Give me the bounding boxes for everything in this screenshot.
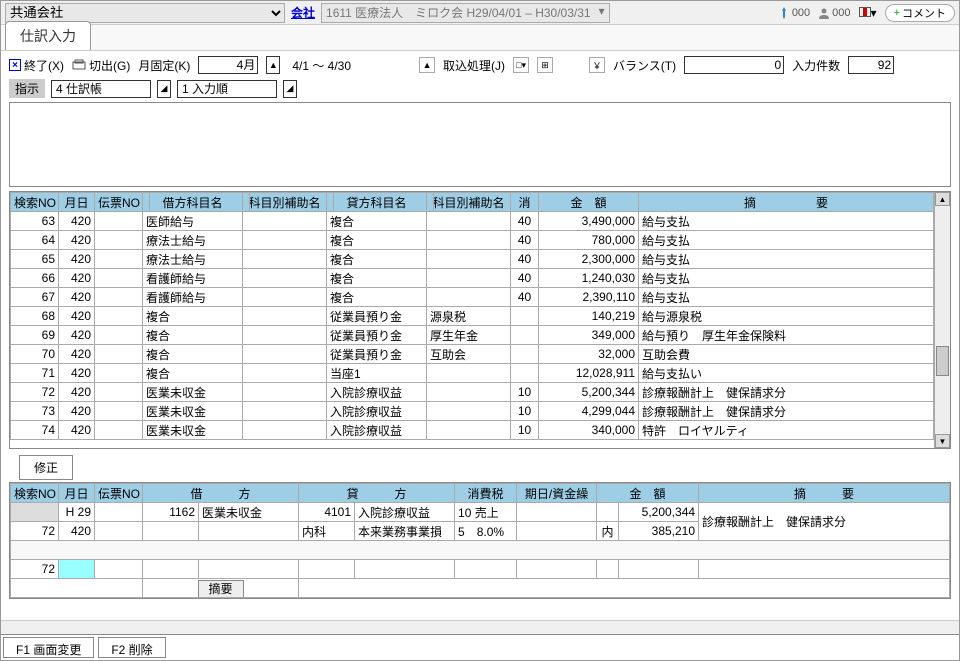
- topbar-right: 000 000 ▾ コメント: [778, 4, 955, 22]
- dh-no: 検索NO: [11, 484, 59, 503]
- date-range: 4/1 ～ 4/30: [292, 57, 351, 74]
- d-amt: 5,200,344: [619, 503, 699, 522]
- detail-grid: 検索NO 月日 伝票NO 借 方 貸 方 消費税 期日/資金繰 金 額 摘 要 …: [9, 482, 951, 599]
- flag-icon[interactable]: ▾: [859, 6, 877, 20]
- f1-button[interactable]: F1 画面変更: [3, 637, 94, 658]
- d-active-cell[interactable]: [59, 560, 95, 579]
- col-4[interactable]: 科目別補助名: [243, 193, 327, 212]
- table-row[interactable]: 63420医師給与複合403,490,000給与支払: [11, 212, 934, 231]
- table-row[interactable]: 70420複合従業員預り金互助会32,000互助会費: [11, 345, 934, 364]
- tab-row: 仕訳入力: [1, 25, 959, 51]
- instruct-row: 指示 4 仕訳帳 ◢ 1 入力順 ◢: [1, 79, 959, 102]
- dh-slip: 伝票NO: [95, 484, 143, 503]
- cut-button[interactable]: 切出(G): [72, 55, 130, 75]
- table-row[interactable]: 65420療法士給与複合402,300,000給与支払: [11, 250, 934, 269]
- col-5[interactable]: 貸方科目名: [327, 193, 427, 212]
- col-0[interactable]: 検索NO: [11, 193, 59, 212]
- d-crdept[interactable]: 内科: [299, 522, 355, 541]
- scroll-thumb[interactable]: [936, 346, 949, 376]
- table-row[interactable]: 73420医業未収金入院診療収益104,299,044診療報酬計上 健保請求分: [11, 402, 934, 421]
- d-inner: 内: [597, 522, 619, 541]
- d-crsub: 本来業務事業損: [355, 522, 455, 541]
- user-stat: 000: [818, 7, 850, 19]
- dh-memo: 摘 要: [699, 484, 950, 503]
- import-button[interactable]: 取込処理(J): [443, 57, 505, 74]
- order-dropdown[interactable]: ◢: [283, 80, 297, 98]
- col-7[interactable]: 消: [511, 193, 539, 212]
- tool-icon-2[interactable]: ⊞: [537, 57, 553, 73]
- table-row[interactable]: 68420複合従業員預り金源泉税140,219給与源泉税: [11, 307, 934, 326]
- book-dropdown[interactable]: ◢: [157, 80, 171, 98]
- company-link[interactable]: 会社: [291, 4, 315, 21]
- table-row[interactable]: 74420医業未収金入院診療収益10340,000特許 ロイヤルティ: [11, 421, 934, 440]
- correct-button[interactable]: 修正: [19, 455, 73, 480]
- period-select[interactable]: 1611 医療法人 ミロク会 H29/04/01 – H30/03/31: [321, 3, 610, 23]
- d-no3: 72: [11, 560, 59, 579]
- col-1[interactable]: 月日: [59, 193, 95, 212]
- topbar: 共通会社 会社 1611 医療法人 ミロク会 H29/04/01 – H30/0…: [1, 1, 959, 25]
- pin-stat: 000: [778, 7, 810, 19]
- d-era: H 29: [59, 503, 95, 522]
- scrollbar[interactable]: ▲ ▼: [934, 192, 950, 448]
- dh-amt: 金 額: [597, 484, 699, 503]
- d-tax[interactable]: 10 売上: [455, 503, 517, 522]
- detail-table[interactable]: 検索NO 月日 伝票NO 借 方 貸 方 消費税 期日/資金繰 金 額 摘 要 …: [10, 483, 950, 598]
- scroll-down-icon[interactable]: ▼: [935, 434, 950, 448]
- dh-tax: 消費税: [455, 484, 517, 503]
- memo-area: [9, 102, 951, 187]
- table-row[interactable]: 69420複合従業員預り金厚生年金349,000給与預り 厚生年金保険料: [11, 326, 934, 345]
- close-button[interactable]: ×終了(X): [9, 55, 64, 75]
- journal-grid: 検索NO月日伝票NO借方科目名科目別補助名貸方科目名科目別補助名消金 額摘 要 …: [9, 191, 951, 449]
- balance-icon[interactable]: ￥: [589, 57, 605, 73]
- count-value: 92: [848, 56, 894, 74]
- d-md[interactable]: 420: [59, 522, 95, 541]
- month-fix-button[interactable]: 月固定(K): [138, 55, 190, 75]
- footer: F1 画面変更 F2 削除: [1, 634, 959, 660]
- dh-due: 期日/資金繰: [517, 484, 597, 503]
- company-select[interactable]: 共通会社: [5, 3, 285, 23]
- table-row[interactable]: 72420医業未収金入院診療収益105,200,344診療報酬計上 健保請求分: [11, 383, 934, 402]
- col-2[interactable]: 伝票NO: [95, 193, 143, 212]
- import-icon[interactable]: ▲: [419, 57, 435, 73]
- instruct-label: 指示: [9, 79, 45, 98]
- journal-table[interactable]: 検索NO月日伝票NO借方科目名科目別補助名貸方科目名科目別補助名消金 額摘 要 …: [10, 192, 934, 440]
- status-bar: [1, 620, 959, 634]
- d-drname: 医業未収金: [199, 503, 299, 522]
- d-drcode[interactable]: 1162: [143, 503, 199, 522]
- d-crname: 入院診療収益: [355, 503, 455, 522]
- table-row[interactable]: 66420看護師給与複合401,240,030給与支払: [11, 269, 934, 288]
- table-row[interactable]: 71420複合当座112,028,911給与支払い: [11, 364, 934, 383]
- d-taxrate[interactable]: 5 8.0%: [455, 522, 517, 541]
- month-dropdown[interactable]: ▲: [266, 56, 280, 74]
- dh-md: 月日: [59, 484, 95, 503]
- order-select[interactable]: 1 入力順: [177, 80, 277, 98]
- balance-value: 0: [684, 56, 784, 74]
- book-select[interactable]: 4 仕訳帳: [51, 80, 151, 98]
- d-crcode[interactable]: 4101: [299, 503, 355, 522]
- tab-journal-entry[interactable]: 仕訳入力: [5, 21, 91, 50]
- d-memo[interactable]: 診療報酬計上 健保請求分: [699, 503, 950, 541]
- dh-dr: 借 方: [143, 484, 299, 503]
- toolbar: ×終了(X) 切出(G) 月固定(K) 4月 ▲ 4/1 ～ 4/30 ▲ 取込…: [1, 51, 959, 79]
- dh-cr: 貸 方: [299, 484, 455, 503]
- tool-icon-1[interactable]: □▾: [513, 57, 529, 73]
- table-row[interactable]: 64420療法士給与複合40780,000給与支払: [11, 231, 934, 250]
- f2-button[interactable]: F2 削除: [98, 637, 165, 658]
- table-row[interactable]: 67420看護師給与複合402,390,110給与支払: [11, 288, 934, 307]
- memo-button[interactable]: 摘要: [198, 580, 244, 598]
- d-no: 72: [11, 522, 59, 541]
- count-label: 入力件数: [792, 57, 840, 74]
- balance-label: バランス(T): [613, 57, 676, 74]
- col-8[interactable]: 金 額: [539, 193, 639, 212]
- col-6[interactable]: 科目別補助名: [427, 193, 511, 212]
- col-9[interactable]: 摘 要: [639, 193, 934, 212]
- comment-button[interactable]: コメント: [885, 4, 955, 22]
- col-3[interactable]: 借方科目名: [143, 193, 243, 212]
- scroll-up-icon[interactable]: ▲: [935, 192, 950, 206]
- month-input[interactable]: 4月: [198, 56, 258, 74]
- d-amt2: 385,210: [619, 522, 699, 541]
